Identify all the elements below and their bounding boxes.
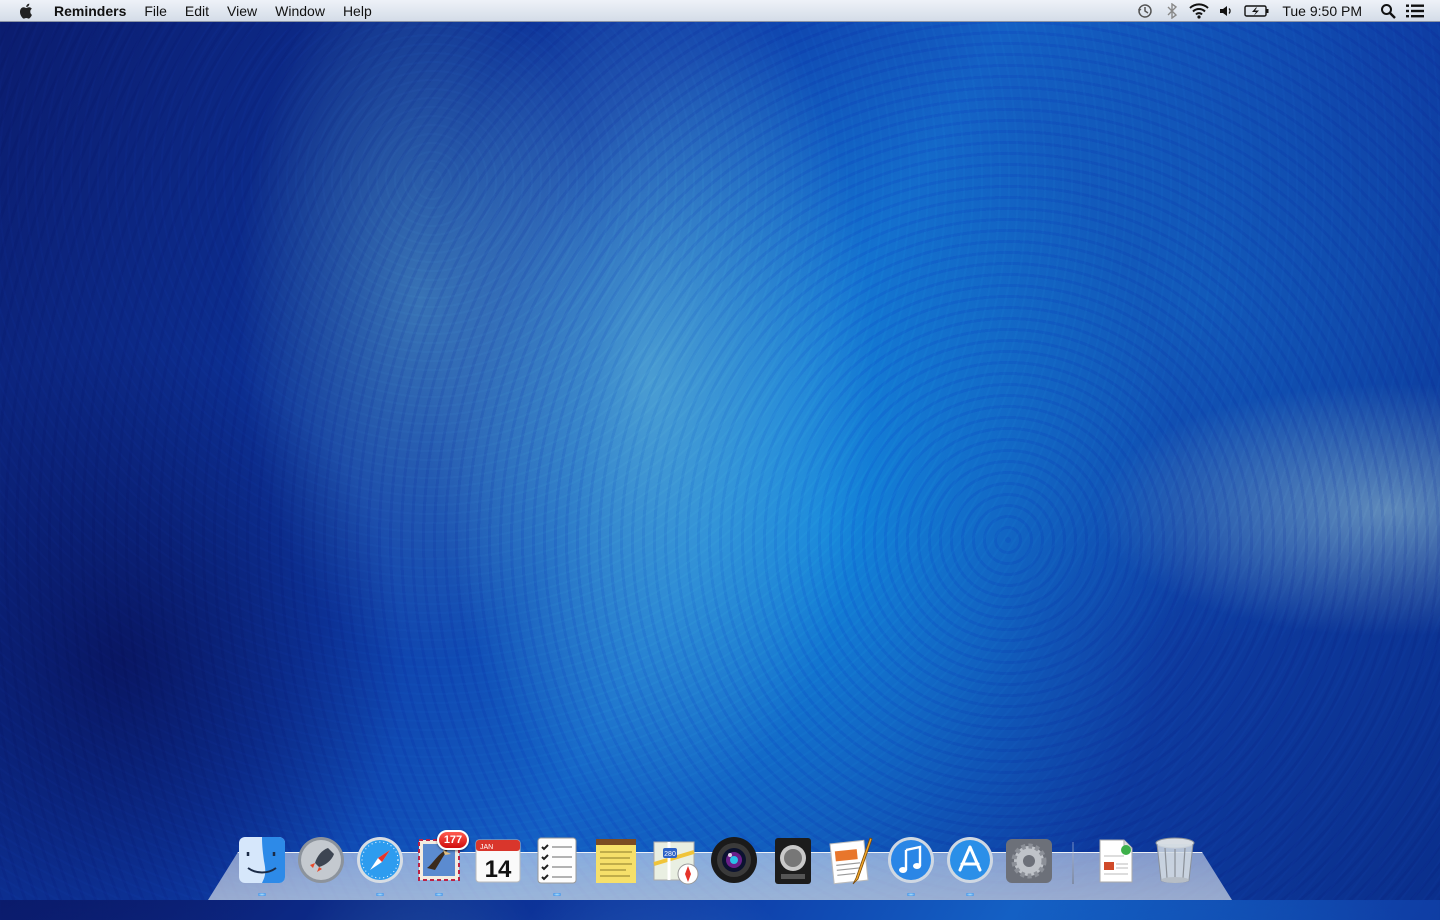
wallpaper-deep-water [0, 300, 520, 920]
volume-icon[interactable] [1215, 0, 1237, 22]
dock-trash[interactable] [1149, 832, 1201, 888]
dock-maps[interactable]: 280 [649, 832, 701, 888]
calendar-icon: JAN 14 [475, 839, 521, 883]
running-indicator [966, 893, 974, 896]
menu-clock[interactable]: Tue 9:50 PM [1282, 3, 1362, 19]
pages-icon [829, 837, 873, 885]
bluetooth-icon[interactable] [1161, 0, 1183, 22]
menu-edit[interactable]: Edit [176, 0, 218, 22]
calendar-day: 14 [485, 856, 512, 883]
running-indicator [258, 893, 266, 896]
wifi-icon[interactable] [1188, 0, 1210, 22]
dock-separator [1072, 842, 1074, 884]
dock-calendar[interactable]: JAN 14 [472, 832, 524, 888]
system-preferences-icon [1006, 839, 1052, 883]
maps-icon: 280 [653, 841, 699, 885]
dock-logic[interactable] [767, 832, 819, 888]
mail-unread-badge: 177 [437, 830, 469, 850]
trash-icon [1155, 837, 1195, 883]
dock-pages[interactable] [826, 832, 878, 888]
dock-itunes[interactable] [885, 832, 937, 896]
running-indicator [907, 893, 915, 896]
calendar-month: JAN [480, 844, 493, 851]
logic-icon [775, 838, 811, 884]
time-machine-icon[interactable] [1134, 0, 1156, 22]
menu-window[interactable]: Window [266, 0, 334, 22]
dock-mail[interactable]: 177 [413, 830, 469, 896]
dock-finder[interactable] [236, 832, 288, 896]
running-indicator [376, 893, 384, 896]
apple-icon[interactable] [18, 2, 36, 20]
menu-help[interactable]: Help [334, 0, 381, 22]
dock-documents-stack[interactable] [1090, 832, 1142, 888]
dock-safari[interactable] [354, 832, 406, 896]
safari-icon [357, 837, 403, 883]
app-store-icon [947, 837, 993, 883]
running-indicator [435, 893, 443, 896]
notes-icon [596, 839, 636, 883]
photo-booth-icon [711, 837, 757, 883]
itunes-icon [888, 837, 934, 883]
dock-reminders[interactable] [531, 832, 583, 896]
dock-system-preferences[interactable] [1003, 832, 1055, 888]
finder-icon [239, 837, 285, 883]
dock-launchpad[interactable] [295, 832, 347, 888]
maps-route-number: 280 [664, 851, 676, 858]
menu-file[interactable]: File [135, 0, 176, 22]
notification-center-icon[interactable] [1404, 0, 1426, 22]
document-stack-icon [1099, 839, 1133, 883]
menu-app-name[interactable]: Reminders [48, 0, 135, 22]
running-indicator [553, 893, 561, 896]
menu-bar: Reminders File Edit View Window Help Tue… [0, 0, 1440, 22]
dock-photo-booth[interactable] [708, 832, 760, 888]
dock-app-store[interactable] [944, 832, 996, 896]
battery-charging-icon[interactable] [1242, 0, 1272, 22]
dock: 177 JAN 14 280 [236, 828, 1208, 896]
reminders-icon [537, 837, 577, 884]
spotlight-search-icon[interactable] [1377, 0, 1399, 22]
dock-notes[interactable] [590, 832, 642, 888]
menu-view[interactable]: View [218, 0, 266, 22]
launchpad-icon [298, 837, 344, 883]
